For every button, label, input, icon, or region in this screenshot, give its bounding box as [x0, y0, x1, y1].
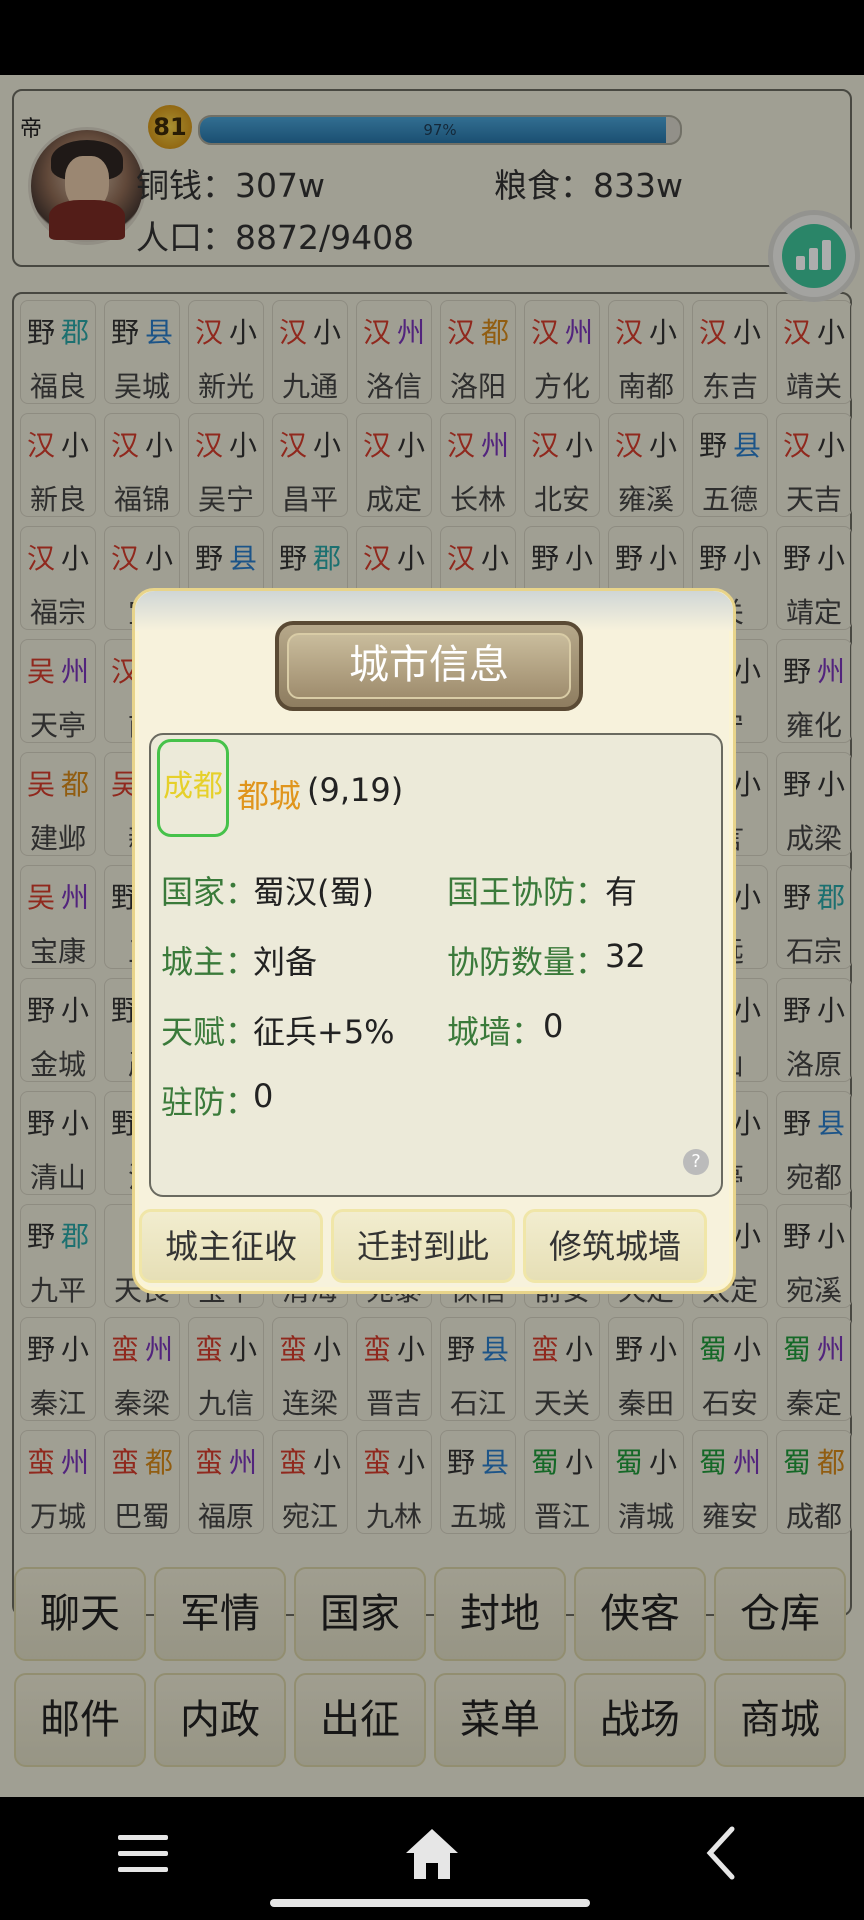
dialog-title: 城市信息 [287, 633, 571, 699]
king-defense-value: 有 [605, 873, 638, 911]
city-info-box: 成都 都城 (9,19) 国家： 蜀汉(蜀) 国王协防： 有 城主： 刘备 协防… [149, 733, 723, 1197]
talent-label: 天赋： [161, 1013, 258, 1051]
lord-label: 城主： [161, 943, 258, 981]
country-label: 国家： [161, 873, 258, 911]
lord-collect-button[interactable]: 城主征收 [139, 1209, 323, 1283]
relocate-here-button[interactable]: 迁封到此 [331, 1209, 515, 1283]
garrison-label: 驻防： [161, 1083, 258, 1121]
help-icon[interactable]: ? [683, 1149, 709, 1175]
lord-value: 刘备 [253, 943, 318, 981]
dialog-title-plaque: 城市信息 [275, 621, 583, 711]
defense-count-value: 32 [605, 937, 646, 975]
defense-count-label: 协防数量： [447, 943, 608, 981]
talent-value: 征兵+5% [253, 1013, 395, 1051]
country-value: 蜀汉(蜀) [253, 873, 374, 911]
city-coordinates: (9,19) [307, 771, 404, 809]
recent-apps-icon[interactable] [116, 1831, 170, 1877]
king-defense-label: 国王协防： [447, 873, 608, 911]
build-wall-button[interactable]: 修筑城墙 [523, 1209, 707, 1283]
wall-label: 城墙： [447, 1013, 544, 1051]
city-type: 都城 [237, 777, 302, 815]
back-icon[interactable] [700, 1825, 740, 1881]
wall-value: 0 [543, 1007, 564, 1045]
home-indicator [270, 1899, 590, 1907]
city-name-badge: 成都 [157, 739, 229, 837]
home-icon[interactable] [404, 1827, 460, 1881]
city-info-dialog: 城市信息 成都 都城 (9,19) 国家： 蜀汉(蜀) 国王协防： 有 城主： … [132, 588, 736, 1294]
garrison-value: 0 [253, 1077, 274, 1115]
